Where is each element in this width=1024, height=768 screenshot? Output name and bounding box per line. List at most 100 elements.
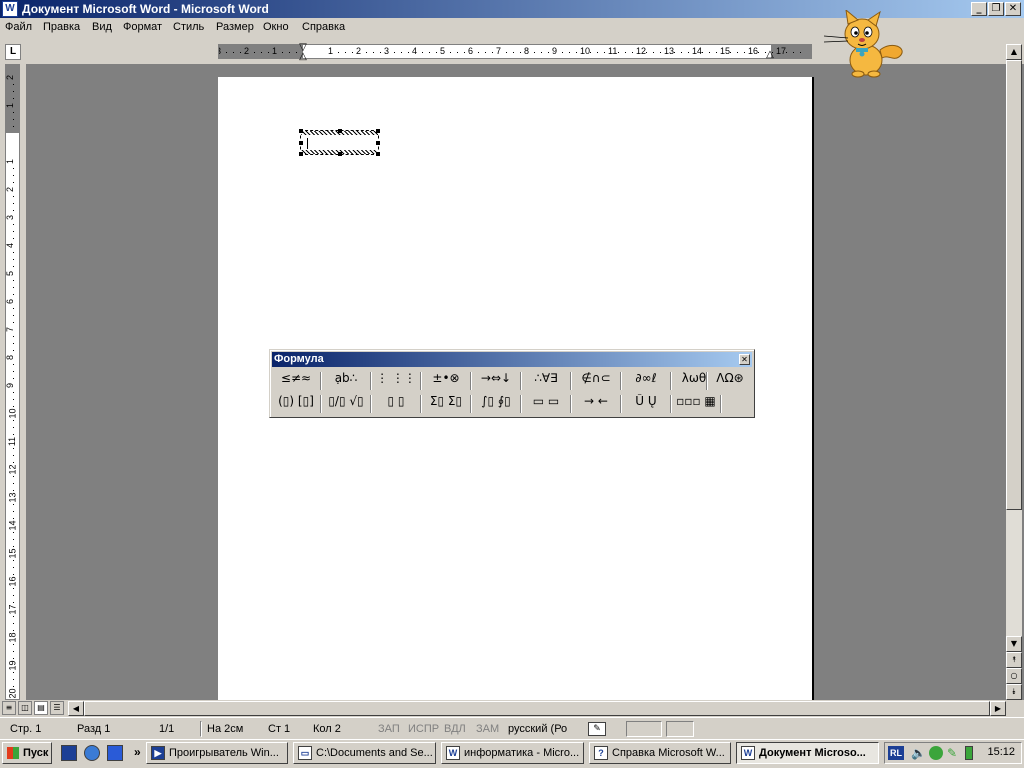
menu-style[interactable]: Стиль <box>173 21 204 33</box>
products-set-theory-palette-button[interactable]: Ū Ų <box>624 393 668 415</box>
task-explorer[interactable]: ▭ C:\Documents and Se... <box>293 742 436 764</box>
embellishments-palette-button[interactable]: ⋮ ⋮⋮ <box>374 370 418 392</box>
antivirus-icon[interactable]: ✎ <box>947 746 961 760</box>
resize-handle[interactable] <box>299 141 303 145</box>
volume-icon[interactable]: 🔈 <box>911 746 926 760</box>
show-desktop-icon[interactable] <box>61 745 77 761</box>
status-record[interactable]: ЗАП <box>378 723 400 735</box>
next-page-button[interactable]: ⯯ <box>1006 684 1022 700</box>
print-layout-icon[interactable]: ▤ <box>34 701 48 715</box>
labeled-arrows-palette-button[interactable]: → ← <box>574 393 618 415</box>
arrows-palette-button[interactable]: →⇔↓ <box>474 370 518 392</box>
ruler-tick-mark <box>373 52 374 53</box>
ruler-tick-mark <box>345 52 346 53</box>
scroll-up-button[interactable]: ▲ <box>1006 44 1022 60</box>
operators-palette-button[interactable]: ±•⊗ <box>424 370 468 392</box>
separator <box>420 372 422 390</box>
formula-toolbar-title[interactable]: Формула <box>272 352 752 367</box>
resize-handle[interactable] <box>338 129 342 133</box>
task-word-help[interactable]: ? Справка Microsoft W... <box>589 742 731 764</box>
vertical-ruler[interactable]: 2 1 1 2 3 4 5 6 7 8 9 10 11 12 13 14 15 16 17 18 19 20 <box>5 64 20 700</box>
ruler-tick-mark <box>13 399 14 400</box>
office-assistant-cat[interactable] <box>822 10 908 78</box>
ruler-tick-label: 16 <box>748 46 759 56</box>
scroll-down-button[interactable]: ▼ <box>1006 636 1022 652</box>
subscript-superscript-palette-button[interactable]: ▯ ▯ <box>374 393 418 415</box>
resize-handle[interactable] <box>299 129 303 133</box>
resize-handle[interactable] <box>376 141 380 145</box>
scroll-right-button[interactable]: ▶ <box>990 701 1006 716</box>
formula-close-button[interactable]: ✕ <box>739 354 750 365</box>
menu-file[interactable]: Файл <box>5 21 32 33</box>
ruler-tick-mark <box>625 52 626 53</box>
normal-view-icon[interactable]: ≡ <box>2 701 16 715</box>
menu-format[interactable]: Формат <box>123 21 162 33</box>
equation-object[interactable] <box>299 129 380 156</box>
spelling-status-icon[interactable]: ✎ <box>588 722 606 736</box>
ruler-tick-mark <box>506 52 507 53</box>
fractions-radicals-palette-button[interactable]: ▯/▯ √▯ <box>324 393 368 415</box>
horizontal-scroll-thumb[interactable] <box>84 701 990 716</box>
task-word-informatika[interactable]: Wинформатика - Micro... <box>441 742 584 764</box>
logic-palette-button[interactable]: ∴∀∃ <box>524 370 568 392</box>
status-language[interactable]: русский (Ро <box>508 723 567 735</box>
menu-window[interactable]: Окно <box>263 21 289 33</box>
select-browse-object-button[interactable]: ○ <box>1006 668 1022 684</box>
outline-view-icon[interactable]: ☰ <box>50 701 64 715</box>
ruler-tick-mark <box>13 378 14 379</box>
ruler-tick-mark <box>597 52 598 53</box>
fences-palette-button[interactable]: (▯) [▯] <box>274 393 318 415</box>
network-icon[interactable] <box>929 746 943 760</box>
separator <box>520 395 522 413</box>
task-word-document[interactable]: W Документ Microso... <box>736 742 879 764</box>
ruler-tick-mark <box>13 364 14 365</box>
matrix-palette-button[interactable]: ▫▫▫ ▦ <box>674 393 718 415</box>
ruler-tick-mark <box>394 52 395 53</box>
minimize-button[interactable]: _ <box>971 2 987 16</box>
web-view-icon[interactable]: ◫ <box>18 701 32 715</box>
set-theory-palette-button[interactable]: ∉∩⊂ <box>574 370 618 392</box>
internet-explorer-icon[interactable] <box>84 745 100 761</box>
menu-view[interactable]: Вид <box>92 21 112 33</box>
relations-palette-button[interactable]: ≤≠≈ <box>274 370 318 392</box>
ruler-tick-mark <box>534 52 535 53</box>
menu-size[interactable]: Размер <box>216 21 254 33</box>
outlook-icon[interactable] <box>107 745 123 761</box>
status-track-changes[interactable]: ИСПР <box>408 723 439 735</box>
menu-edit[interactable]: Правка <box>43 21 80 33</box>
task-media-player[interactable]: ▶ Проигрыватель Win... <box>146 742 288 764</box>
vertical-scroll-thumb[interactable] <box>1006 60 1022 510</box>
misc-symbols-palette-button[interactable]: ∂∞ℓ <box>624 370 668 392</box>
ruler-tick-label: 1 <box>5 158 16 165</box>
menu-help[interactable]: Справка <box>302 21 345 33</box>
status-overtype[interactable]: ЗАМ <box>476 723 499 735</box>
indent-marker[interactable]: ▽ △ <box>298 43 308 63</box>
resize-handle[interactable] <box>299 152 303 156</box>
greek-upper-palette-button[interactable]: ΛΩ⊛ <box>708 370 752 392</box>
spaces-ellipses-palette-button[interactable]: ạb∴ <box>324 370 368 392</box>
close-button[interactable]: ✕ <box>1005 2 1021 16</box>
word-app-icon[interactable]: W <box>2 1 18 17</box>
formula-toolbar[interactable]: Формула ✕ ≤≠≈ ạb∴ ⋮ ⋮⋮ ±•⊗ →⇔↓ ∴∀∃ ∉∩⊂ ∂… <box>269 349 755 418</box>
integrals-palette-button[interactable]: ∫▯ ∮▯ <box>474 393 518 415</box>
restore-button[interactable]: ❐ <box>988 2 1004 16</box>
resize-handle[interactable] <box>338 152 342 156</box>
summation-palette-button[interactable]: Σ▯ Σ▯ <box>424 393 468 415</box>
right-indent-marker[interactable]: △ <box>765 50 775 60</box>
start-button[interactable]: Пуск <box>2 742 52 764</box>
resize-handle[interactable] <box>376 129 380 133</box>
ruler-tick-label: 7 <box>5 326 16 333</box>
status-extend[interactable]: ВДЛ <box>444 723 466 735</box>
separator <box>620 372 622 390</box>
ruler-tick-mark <box>401 52 402 53</box>
underbar-overbar-palette-button[interactable]: ▭ ▭ <box>524 393 568 415</box>
ruler-tick-mark <box>13 420 14 421</box>
scroll-left-button[interactable]: ◀ <box>68 701 84 716</box>
tab-selector[interactable]: L <box>5 44 21 60</box>
resize-handle[interactable] <box>376 152 380 156</box>
quick-launch-chevron[interactable]: » <box>134 745 141 759</box>
ruler-tick-mark <box>13 126 14 127</box>
battery-icon[interactable] <box>965 746 973 760</box>
prev-page-button[interactable]: ⯭ <box>1006 652 1022 668</box>
language-indicator[interactable]: RL <box>888 746 904 760</box>
